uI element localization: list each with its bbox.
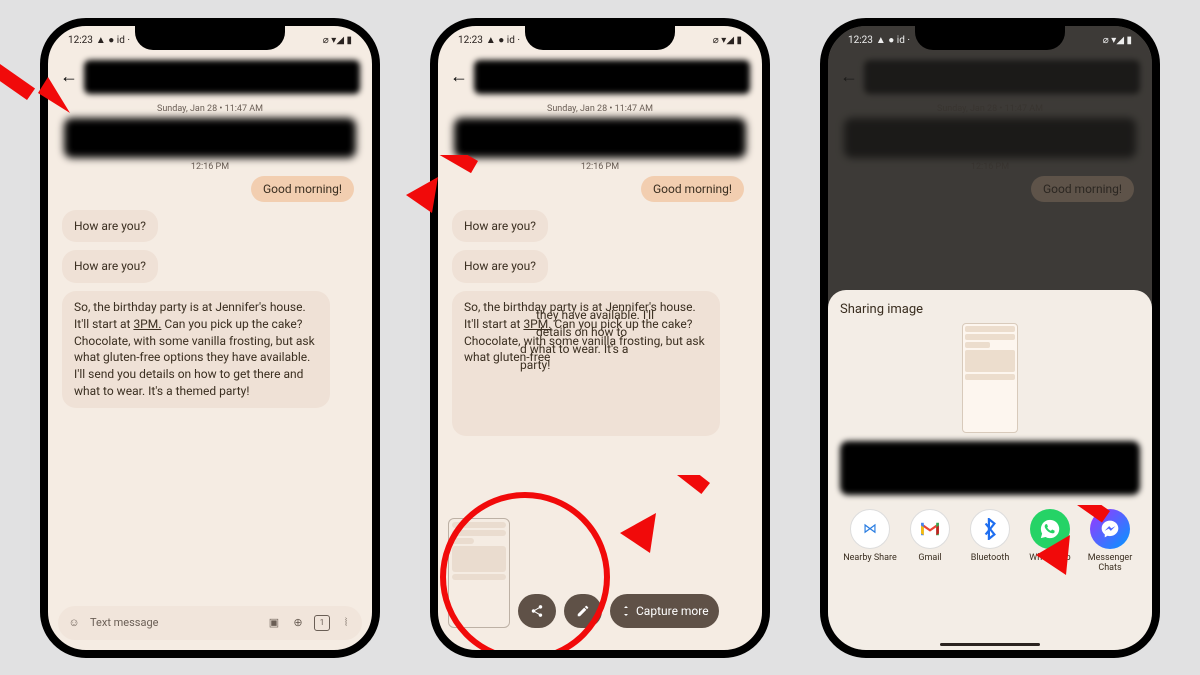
compose-placeholder: Text message: [90, 616, 158, 629]
gmail-icon: [910, 509, 950, 549]
incoming-message-1[interactable]: How are you?: [452, 210, 548, 243]
status-time: 12:23: [848, 35, 873, 46]
msg-text: they have available. I'll: [536, 308, 654, 322]
power-button[interactable]: [1157, 186, 1160, 256]
sim-icon[interactable]: 1: [314, 615, 330, 631]
pencil-icon: [576, 604, 590, 618]
timestamp-1: Sunday, Jan 28 • 11:47 AM: [58, 104, 362, 114]
volume-up-button[interactable]: [820, 186, 823, 238]
volume-up-button[interactable]: [40, 186, 43, 238]
side-button: [820, 136, 823, 166]
message-redacted: [64, 118, 356, 158]
notch: [525, 24, 675, 50]
home-indicator[interactable]: [940, 643, 1040, 646]
incoming-message-2[interactable]: How are you?: [452, 250, 548, 283]
share-icon: [530, 604, 544, 618]
side-button: [40, 136, 43, 166]
conversation-screen: ← Sunday, Jan 28 • 11:47 AM 12:16 PM Goo…: [48, 54, 372, 650]
contact-suggestions-redacted[interactable]: [840, 441, 1140, 495]
side-button: [430, 136, 433, 166]
edit-button[interactable]: [564, 594, 602, 628]
app-label: Messenger Chats: [1083, 553, 1137, 573]
msg-text: party!: [520, 358, 550, 372]
status-time: 12:23: [458, 35, 483, 46]
conversation-screen: ← Sunday, Jan 28 • 11:47 AM 12:16 PM Goo…: [438, 54, 762, 650]
share-app-messenger[interactable]: Messenger Chats: [1083, 509, 1137, 573]
timestamp-1: Sunday, Jan 28 • 11:47 AM: [448, 104, 752, 114]
app-label: Gmail: [918, 553, 941, 563]
time-link[interactable]: 3PM.: [133, 317, 161, 331]
share-app-nearby[interactable]: ⋈ Nearby Share: [843, 509, 897, 573]
share-button[interactable]: [518, 594, 556, 628]
timestamp-2: 12:16 PM: [448, 162, 752, 172]
notch: [915, 24, 1065, 50]
compose-bar[interactable]: ☺ Text message ▣ ⊕ 1 ⦚: [58, 606, 362, 640]
volume-down-button[interactable]: [820, 248, 823, 300]
back-icon[interactable]: ←: [60, 66, 78, 87]
incoming-message-3[interactable]: So, the birthday party is at Jennifer's …: [62, 291, 330, 408]
outgoing-message[interactable]: Good morning!: [641, 176, 744, 202]
status-indicators: ▲ ● id ·: [876, 35, 910, 46]
screenshot-thumbnail[interactable]: [448, 518, 510, 628]
app-label: Nearby Share: [843, 553, 897, 563]
status-right: ⌀ ▾◢ ▮: [1103, 35, 1132, 46]
whatsapp-icon: [1030, 509, 1070, 549]
power-button[interactable]: [377, 186, 380, 256]
incoming-message-2[interactable]: How are you?: [62, 250, 158, 283]
status-time: 12:23: [68, 35, 93, 46]
share-apps-row: ⋈ Nearby Share Gmail Bluetooth WhatsApp: [840, 509, 1140, 573]
capture-more-label: Capture more: [636, 604, 709, 618]
phone-1: 12:23 ▲ ● id · ⌀ ▾◢ ▮ ← Sunday, Jan 28 •…: [40, 18, 380, 658]
screenshot-toolbar: Capture more: [448, 518, 752, 628]
volume-up-button[interactable]: [430, 186, 433, 238]
expand-icon: [620, 605, 632, 617]
emoji-icon[interactable]: ☺: [66, 615, 82, 631]
gallery-icon[interactable]: ▣: [266, 615, 282, 631]
add-icon[interactable]: ⊕: [290, 615, 306, 631]
msg-text: d what to wear. It's a: [520, 342, 628, 356]
voice-icon[interactable]: ⦚: [338, 615, 354, 631]
status-right: ⌀ ▾◢ ▮: [713, 35, 742, 46]
dim-overlay[interactable]: [828, 26, 1152, 306]
notch: [135, 24, 285, 50]
back-icon[interactable]: ←: [450, 66, 468, 87]
contact-name-redacted: [84, 60, 360, 94]
nearby-share-icon: ⋈: [850, 509, 890, 549]
app-label: Bluetooth: [971, 553, 1010, 563]
status-indicators: ▲ ● id ·: [486, 35, 520, 46]
timestamp-2: 12:16 PM: [58, 162, 362, 172]
share-app-bluetooth[interactable]: Bluetooth: [963, 509, 1017, 573]
incoming-message-3[interactable]: So, the birthday party is at Jennifer's …: [452, 291, 720, 436]
share-thumbnail[interactable]: [962, 323, 1018, 433]
status-indicators: ▲ ● id ·: [96, 35, 130, 46]
message-redacted: [454, 118, 746, 158]
outgoing-message[interactable]: Good morning!: [251, 176, 354, 202]
share-sheet[interactable]: Sharing image ⋈ Nearby Share Gmail Bluet…: [828, 290, 1152, 650]
share-app-gmail[interactable]: Gmail: [903, 509, 957, 573]
bluetooth-icon: [970, 509, 1010, 549]
messenger-icon: [1090, 509, 1130, 549]
share-title: Sharing image: [840, 302, 1140, 317]
conversation-header: ←: [58, 54, 362, 100]
msg-text: details on how to: [536, 325, 627, 339]
app-label: WhatsApp: [1029, 553, 1070, 563]
incoming-message-1[interactable]: How are you?: [62, 210, 158, 243]
status-right: ⌀ ▾◢ ▮: [323, 35, 352, 46]
phone-2: 12:23 ▲ ● id · ⌀ ▾◢ ▮ ← Sunday, Jan 28 •…: [430, 18, 770, 658]
share-app-whatsapp[interactable]: WhatsApp: [1023, 509, 1077, 573]
volume-down-button[interactable]: [40, 248, 43, 300]
volume-down-button[interactable]: [430, 248, 433, 300]
conversation-header: ←: [448, 54, 752, 100]
capture-more-button[interactable]: Capture more: [610, 594, 719, 628]
phone-3: 12:23 ▲ ● id · ⌀ ▾◢ ▮ ← Sunday, Jan 28 •…: [820, 18, 1160, 658]
power-button[interactable]: [767, 186, 770, 256]
contact-name-redacted: [474, 60, 750, 94]
